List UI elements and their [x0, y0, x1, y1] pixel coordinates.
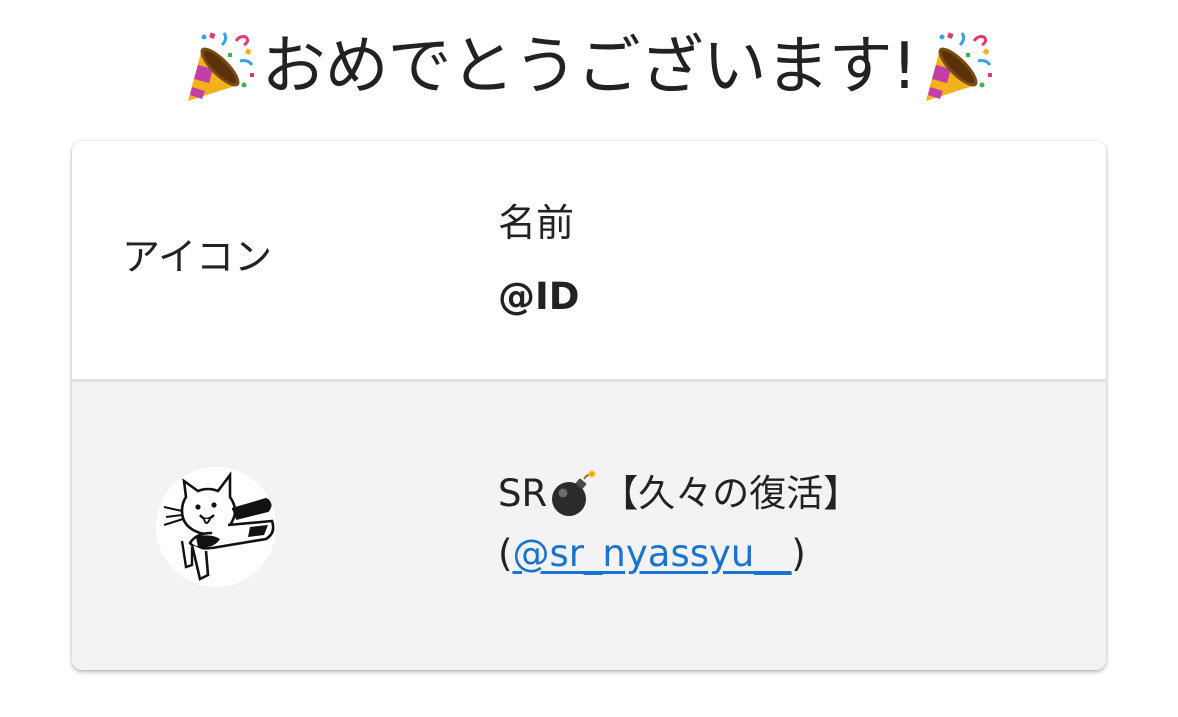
user-name-suffix: 【久々の復活】 [601, 472, 861, 515]
ranking-table: アイコン 名前 @ID SR 【久々の復活】 (@sr_nyassyu__) [72, 141, 1106, 670]
header-name-label: 名前 [498, 201, 575, 245]
party-popper-icon [926, 32, 993, 101]
user-id-close-paren: ) [791, 532, 806, 575]
cat-drawing-avatar [163, 471, 275, 581]
title-text: おめでとうございます! [261, 30, 918, 104]
user-id-open-paren: ( [498, 532, 513, 575]
bomb-icon [552, 470, 596, 516]
table-header: アイコン 名前 @ID [72, 141, 1106, 382]
table-row: SR 【久々の復活】 (@sr_nyassyu__) [72, 382, 1106, 670]
user-id: (@sr_nyassyu__) [498, 530, 806, 578]
user-name: SR 【久々の復活】 [498, 469, 860, 519]
avatar [156, 467, 276, 587]
header-id-label: @ID [498, 275, 580, 318]
page-title: おめでとうございます! [0, 22, 1178, 112]
party-popper-icon [187, 32, 254, 101]
user-name-prefix: SR [498, 472, 548, 515]
header-icon-label: アイコン [122, 235, 273, 279]
user-id-link[interactable]: @sr_nyassyu__ [512, 532, 791, 575]
